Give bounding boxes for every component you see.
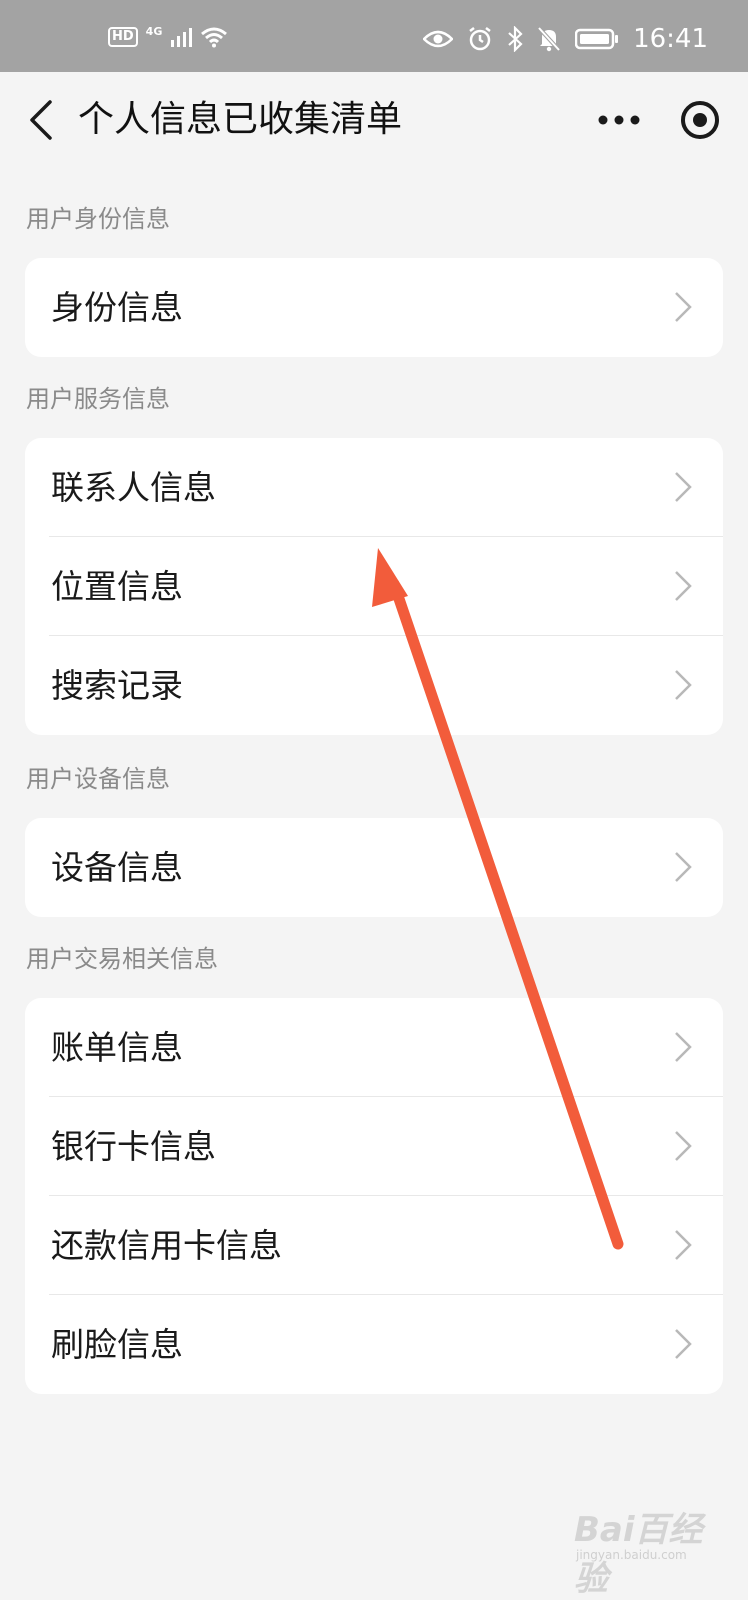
status-right: 16:41 xyxy=(423,24,708,54)
list-item-bill-info[interactable]: 账单信息 xyxy=(25,998,723,1097)
card-identity: 身份信息 xyxy=(25,258,723,357)
section-label-device: 用户设备信息 xyxy=(26,765,170,793)
list-item-label: 银行卡信息 xyxy=(51,1127,216,1166)
target-circle-icon[interactable] xyxy=(678,98,722,142)
section-label-service: 用户服务信息 xyxy=(26,385,170,413)
chevron-right-icon xyxy=(675,670,692,700)
chevron-right-icon xyxy=(675,1230,692,1260)
status-left: HD 4G xyxy=(108,24,228,48)
list-item-device-info[interactable]: 设备信息 xyxy=(25,818,723,917)
chevron-right-icon xyxy=(675,472,692,502)
bluetooth-icon xyxy=(508,26,523,52)
chevron-right-icon xyxy=(675,1131,692,1161)
page-title: 个人信息已收集清单 xyxy=(78,99,403,140)
section-label-transaction: 用户交易相关信息 xyxy=(26,945,218,973)
chevron-right-icon xyxy=(675,852,692,882)
list-item-label: 搜索记录 xyxy=(51,666,183,705)
list-item-location-info[interactable]: 位置信息 xyxy=(25,537,723,636)
list-item-contacts-info[interactable]: 联系人信息 xyxy=(25,438,723,537)
more-dots-icon[interactable] xyxy=(596,102,642,138)
list-item-label: 账单信息 xyxy=(51,1028,183,1067)
alarm-icon xyxy=(469,27,491,51)
chevron-right-icon xyxy=(675,1032,692,1062)
section-label-identity: 用户身份信息 xyxy=(26,205,170,233)
list-item-label: 位置信息 xyxy=(51,567,183,606)
network-type: 4G xyxy=(145,24,163,38)
chevron-right-icon xyxy=(675,1329,692,1359)
list-item-search-history[interactable]: 搜索记录 xyxy=(25,636,723,735)
list-item-repayment-card-info[interactable]: 还款信用卡信息 xyxy=(25,1196,723,1295)
battery-icon xyxy=(575,28,619,50)
status-time: 16:41 xyxy=(633,24,708,54)
chevron-right-icon xyxy=(675,292,692,322)
signal-icon xyxy=(171,28,193,47)
list-item-identity-info[interactable]: 身份信息 xyxy=(25,258,723,357)
card-service: 联系人信息 位置信息 搜索记录 xyxy=(25,438,723,735)
wifi-icon xyxy=(201,27,228,48)
baidu-watermark: Bai百经验 jingyan.baidu.com xyxy=(574,1500,734,1599)
card-transaction: 账单信息 银行卡信息 还款信用卡信息 刷脸信息 xyxy=(25,998,723,1394)
list-item-label: 还款信用卡信息 xyxy=(51,1226,282,1265)
chevron-right-icon xyxy=(675,571,692,601)
list-item-label: 设备信息 xyxy=(51,848,183,887)
list-item-label: 刷脸信息 xyxy=(51,1325,183,1364)
card-device: 设备信息 xyxy=(25,818,723,917)
list-item-face-info[interactable]: 刷脸信息 xyxy=(25,1295,723,1394)
hd-icon: HD xyxy=(108,27,138,47)
mute-bell-icon xyxy=(537,26,561,52)
watermark-site: jingyan.baidu.com xyxy=(576,1548,687,1562)
list-item-label: 身份信息 xyxy=(51,288,183,327)
status-bar: HD 4G 16:41 xyxy=(0,0,748,72)
eye-icon xyxy=(423,30,454,48)
nav-bar: 个人信息已收集清单 xyxy=(0,72,748,168)
list-item-bank-card-info[interactable]: 银行卡信息 xyxy=(25,1097,723,1196)
back-chevron-icon[interactable] xyxy=(24,98,60,142)
list-item-label: 联系人信息 xyxy=(51,468,216,507)
